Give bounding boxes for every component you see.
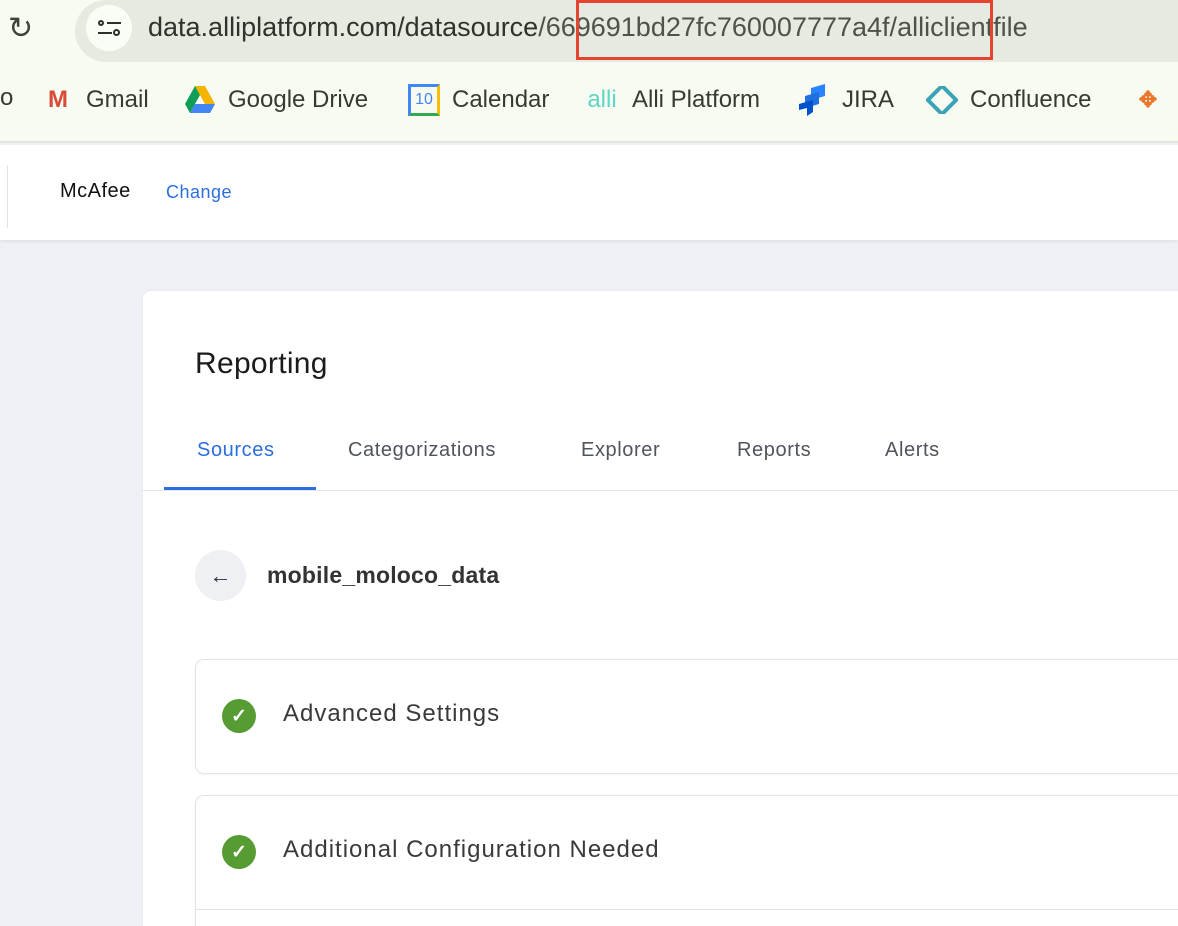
section-label: Advanced Settings [283, 700, 501, 727]
source-name: mobile_moloco_data [267, 562, 500, 588]
reload-icon[interactable]: ↻ [8, 12, 38, 46]
bookmark-gmail[interactable]: M Gmail [42, 84, 149, 116]
tab-reports[interactable]: Reports [737, 439, 811, 462]
org-name: McAfee [60, 180, 131, 202]
browser-chrome: ↻ data.alliplatform.com/datasource/66969… [0, 0, 1178, 143]
tab-alerts[interactable]: Alerts [885, 439, 940, 462]
bookmark-google-drive[interactable]: Google Drive [184, 84, 368, 116]
page-title: Reporting [195, 347, 328, 380]
arrow-left-icon: ← [209, 562, 232, 588]
bookmark-label: Google Drive [228, 86, 369, 113]
bookmark-alli-platform[interactable]: alli Alli Platform [584, 84, 760, 116]
change-org-link[interactable]: Change [166, 182, 232, 203]
confluence-icon [926, 84, 958, 116]
url-host: data.alliplatform.com/datasource [148, 12, 539, 42]
tab-sources[interactable]: Sources [197, 439, 275, 462]
tab-categorizations[interactable]: Categorizations [348, 439, 496, 462]
bookmark-tableau[interactable]: ✥ [1132, 84, 1164, 116]
app-header: McAfee Change [0, 145, 1178, 240]
bookmark-confluence[interactable]: Confluence [926, 84, 1091, 116]
bookmark-label: Calendar [452, 86, 550, 113]
reporting-card: Reporting Sources Categorizations Explor… [143, 291, 1178, 926]
bookmark-label: Alli Platform [632, 86, 761, 113]
bookmark-calendar[interactable]: 10 Calendar [408, 84, 549, 116]
tableau-icon: ✥ [1138, 87, 1158, 112]
section-additional-configuration[interactable]: ✓ Additional Configuration Needed [195, 795, 1178, 926]
back-button[interactable]: ← [195, 550, 246, 601]
active-tab-indicator [164, 487, 316, 490]
calendar-icon: 10 [408, 84, 440, 116]
divider [196, 909, 1178, 910]
site-settings-icon[interactable] [86, 5, 132, 51]
tab-explorer[interactable]: Explorer [581, 439, 660, 462]
alli-icon: alli [587, 86, 617, 113]
check-icon: ✓ [222, 835, 256, 869]
google-drive-icon [184, 84, 216, 116]
bookmark-label: JIRA [842, 86, 895, 113]
check-icon: ✓ [222, 699, 256, 733]
bookmark-label: Gmail [86, 86, 149, 113]
divider [7, 165, 8, 228]
bookmark-partial[interactable]: o [0, 84, 13, 112]
gmail-icon: M [48, 86, 68, 113]
jira-icon [798, 84, 830, 116]
bookmark-label: Confluence [970, 86, 1092, 113]
bookmark-partial-label: o [0, 84, 14, 111]
tab-bar: Sources Categorizations Explorer Reports… [143, 431, 1178, 491]
bookmark-jira[interactable]: JIRA [798, 84, 894, 116]
section-advanced-settings[interactable]: ✓ Advanced Settings [195, 659, 1178, 774]
section-label: Additional Configuration Needed [283, 836, 660, 863]
highlight-box [576, 0, 993, 60]
